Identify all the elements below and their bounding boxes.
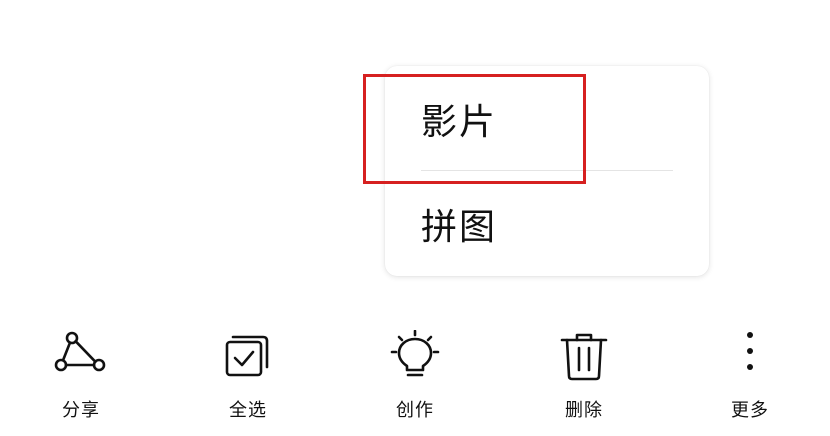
- menu-item-video[interactable]: 影片: [385, 66, 709, 171]
- more-vertical-icon: [722, 330, 778, 386]
- menu-item-video-label: 影片: [421, 101, 498, 143]
- share-label: 分享: [62, 400, 100, 421]
- menu-item-collage-label: 拼图: [421, 206, 498, 248]
- lightbulb-icon: [387, 330, 443, 386]
- create-button[interactable]: 创作: [355, 318, 475, 436]
- bottom-toolbar: 分享 全选 创作 删除 更多: [0, 318, 830, 436]
- select-all-label: 全选: [229, 400, 267, 421]
- create-popup-menu: 影片 拼图: [385, 66, 709, 276]
- trash-icon: [556, 330, 612, 386]
- select-all-button[interactable]: 全选: [188, 318, 308, 436]
- share-button[interactable]: 分享: [21, 318, 141, 436]
- delete-button[interactable]: 删除: [524, 318, 644, 436]
- create-label: 创作: [396, 400, 434, 421]
- share-icon: [53, 330, 109, 386]
- menu-item-collage[interactable]: 拼图: [385, 171, 709, 276]
- select-all-icon: [220, 330, 276, 386]
- delete-label: 删除: [565, 400, 603, 421]
- more-label: 更多: [731, 400, 769, 421]
- more-button[interactable]: 更多: [690, 318, 810, 436]
